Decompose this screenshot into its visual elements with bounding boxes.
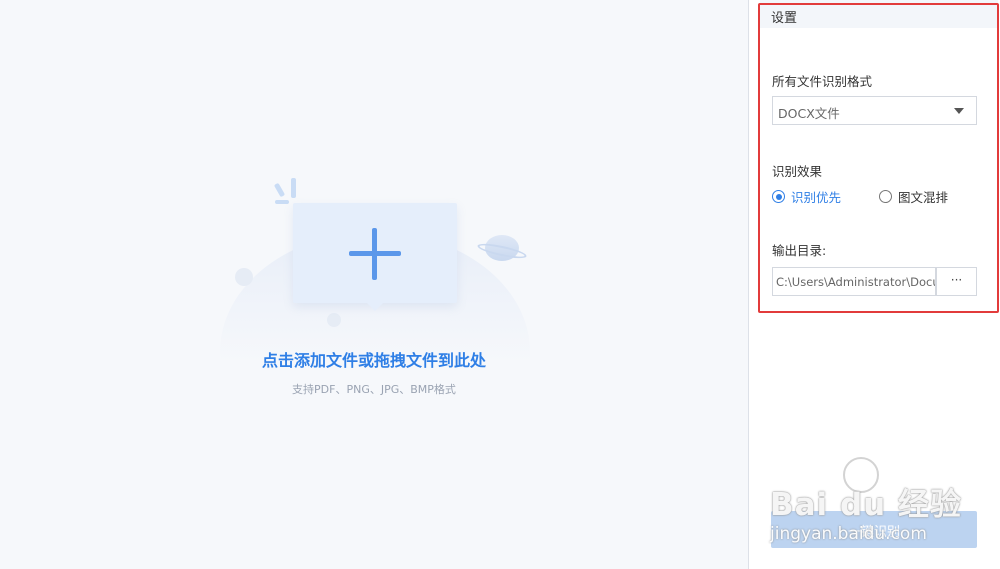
drop-zone-title[interactable]: 点击添加文件或拖拽文件到此处: [0, 347, 748, 371]
settings-panel: 设置 所有文件识别格式 DOCX文件 识别效果 识别优先 图文混排 输出目录: …: [748, 0, 1000, 569]
illustration-dot: [327, 313, 341, 327]
illustration-ray: [273, 182, 286, 198]
start-recognition-button[interactable]: 一键识别: [771, 511, 977, 548]
browse-button[interactable]: ···: [936, 267, 977, 296]
radio-selected-icon[interactable]: [772, 190, 785, 203]
illustration-dot: [235, 268, 253, 286]
illustration-ray: [275, 200, 289, 204]
radio-label: 图文混排: [898, 190, 949, 205]
format-label: 所有文件识别格式: [772, 74, 873, 89]
radio-recognition-first[interactable]: 识别优先: [772, 187, 841, 206]
caret-down-icon[interactable]: [954, 108, 964, 114]
output-path-input[interactable]: C:\Users\Administrator\Docu: [772, 267, 936, 296]
plus-icon-bar: [349, 251, 401, 256]
radio-mixed-layout[interactable]: 图文混排: [879, 187, 948, 206]
format-select-value: DOCX文件: [778, 106, 840, 121]
radio-label: 识别优先: [791, 190, 842, 205]
file-drop-zone[interactable]: 点击添加文件或拖拽文件到此处 支持PDF、PNG、JPG、BMP格式: [0, 0, 748, 569]
radio-unselected-icon[interactable]: [879, 190, 892, 203]
effect-label: 识别效果: [772, 164, 823, 179]
illustration-ray: [291, 178, 296, 198]
output-dir-label: 输出目录:: [772, 243, 827, 258]
format-select[interactable]: DOCX文件: [772, 96, 977, 125]
upload-illustration: [215, 170, 535, 472]
settings-header: 设置: [760, 0, 998, 28]
drop-zone-subtitle: 支持PDF、PNG、JPG、BMP格式: [292, 383, 456, 396]
